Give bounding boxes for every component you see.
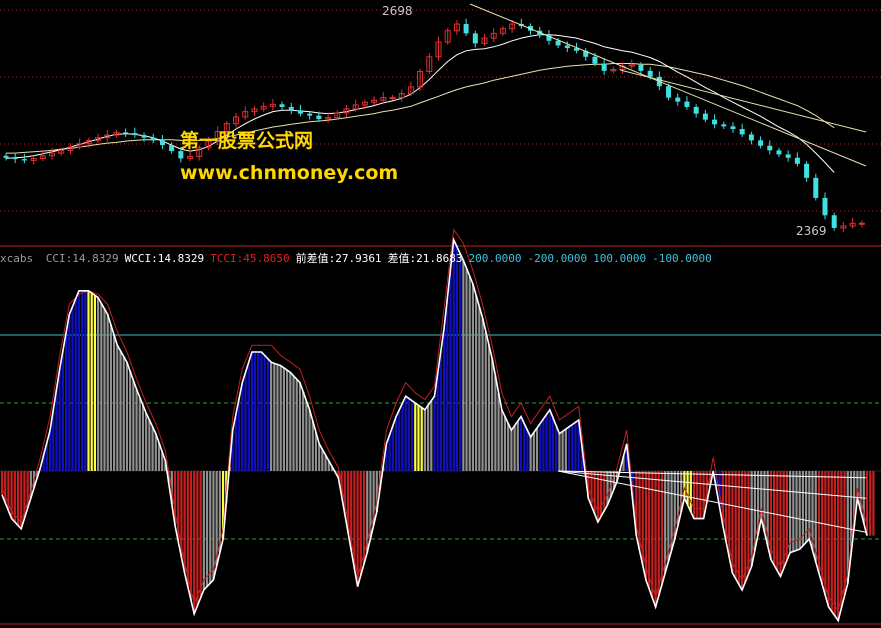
candle-body-down bbox=[758, 140, 764, 146]
legend-item: 前差值:27.9361 bbox=[295, 252, 382, 265]
candle-body-down bbox=[123, 132, 129, 134]
candle-body-down bbox=[666, 86, 672, 98]
candle-body-down bbox=[721, 124, 727, 127]
candle-body-down bbox=[463, 24, 469, 34]
candle-body-down bbox=[647, 70, 653, 77]
candle-body-down bbox=[822, 197, 828, 216]
legend-item: 差值:21.8683 bbox=[387, 252, 463, 265]
indicator-bars bbox=[0, 239, 875, 621]
candle-body-down bbox=[279, 104, 285, 107]
candle-body-down bbox=[702, 113, 708, 120]
candle-body-down bbox=[288, 106, 294, 111]
candle-body-down bbox=[555, 40, 561, 46]
candle-body-down bbox=[21, 159, 27, 161]
candle-body-down bbox=[307, 113, 313, 116]
candle-body-down bbox=[767, 145, 773, 151]
candle-body-down bbox=[730, 126, 736, 130]
price-candles bbox=[3, 18, 865, 232]
legend-item: -200.0000 bbox=[527, 252, 588, 265]
candle-body-down bbox=[638, 64, 644, 71]
price-trendline bbox=[469, 3, 867, 167]
candle-body-down bbox=[564, 45, 570, 49]
candle-body-down bbox=[297, 110, 303, 114]
candle-body-down bbox=[159, 140, 165, 146]
candle-body-down bbox=[739, 129, 745, 135]
legend-item: CCI:14.8329 bbox=[45, 252, 119, 265]
legend-item: TCCI:45.8650 bbox=[210, 252, 290, 265]
candle-body-down bbox=[3, 155, 9, 158]
indicator-legend: xcabs CCI:14.8329 WCCI:14.8329 TCCI:45.865… bbox=[0, 250, 718, 266]
candle-body-down bbox=[12, 157, 18, 160]
high-price-label: 2698 bbox=[382, 4, 413, 18]
candle-body-down bbox=[712, 119, 718, 125]
candle-body-down bbox=[169, 145, 175, 152]
legend-indicator-name: xcabs bbox=[0, 252, 34, 265]
price-trendline bbox=[619, 69, 867, 133]
legend-item: 200.0000 bbox=[468, 252, 522, 265]
candle-body-down bbox=[776, 150, 782, 155]
candle-body-down bbox=[794, 157, 800, 164]
candle-body-up bbox=[389, 97, 396, 100]
watermark-url: www.chnmoney.com bbox=[180, 162, 399, 184]
candle-body-down bbox=[684, 101, 690, 107]
candle-body-down bbox=[316, 115, 322, 119]
candle-body-down bbox=[601, 63, 607, 71]
candle-body-down bbox=[675, 97, 681, 102]
candle-body-down bbox=[132, 133, 138, 136]
candle-body-down bbox=[785, 154, 791, 158]
candle-body-down bbox=[748, 134, 754, 141]
candle-body-down bbox=[831, 215, 837, 228]
candle-body-down bbox=[150, 137, 156, 141]
candle-body-down bbox=[141, 135, 147, 138]
candle-body-down bbox=[813, 177, 819, 198]
candle-body-up bbox=[858, 222, 865, 225]
ma-fast-line bbox=[5, 34, 835, 173]
candle-body-down bbox=[693, 106, 699, 114]
trend-lines bbox=[469, 3, 867, 167]
candle-body-down bbox=[804, 163, 810, 178]
legend-item: 100.0000 bbox=[593, 252, 647, 265]
candle-body-down bbox=[472, 33, 478, 44]
legend-item: WCCI:14.8329 bbox=[124, 252, 205, 265]
price-moving-averages bbox=[5, 34, 835, 173]
low-price-label: 2369 bbox=[796, 224, 827, 238]
watermark-title: 第一股票公式网 bbox=[180, 130, 314, 152]
candle-body-down bbox=[592, 56, 598, 64]
legend-item: -100.0000 bbox=[652, 252, 712, 265]
stock-chart bbox=[0, 3, 881, 625]
